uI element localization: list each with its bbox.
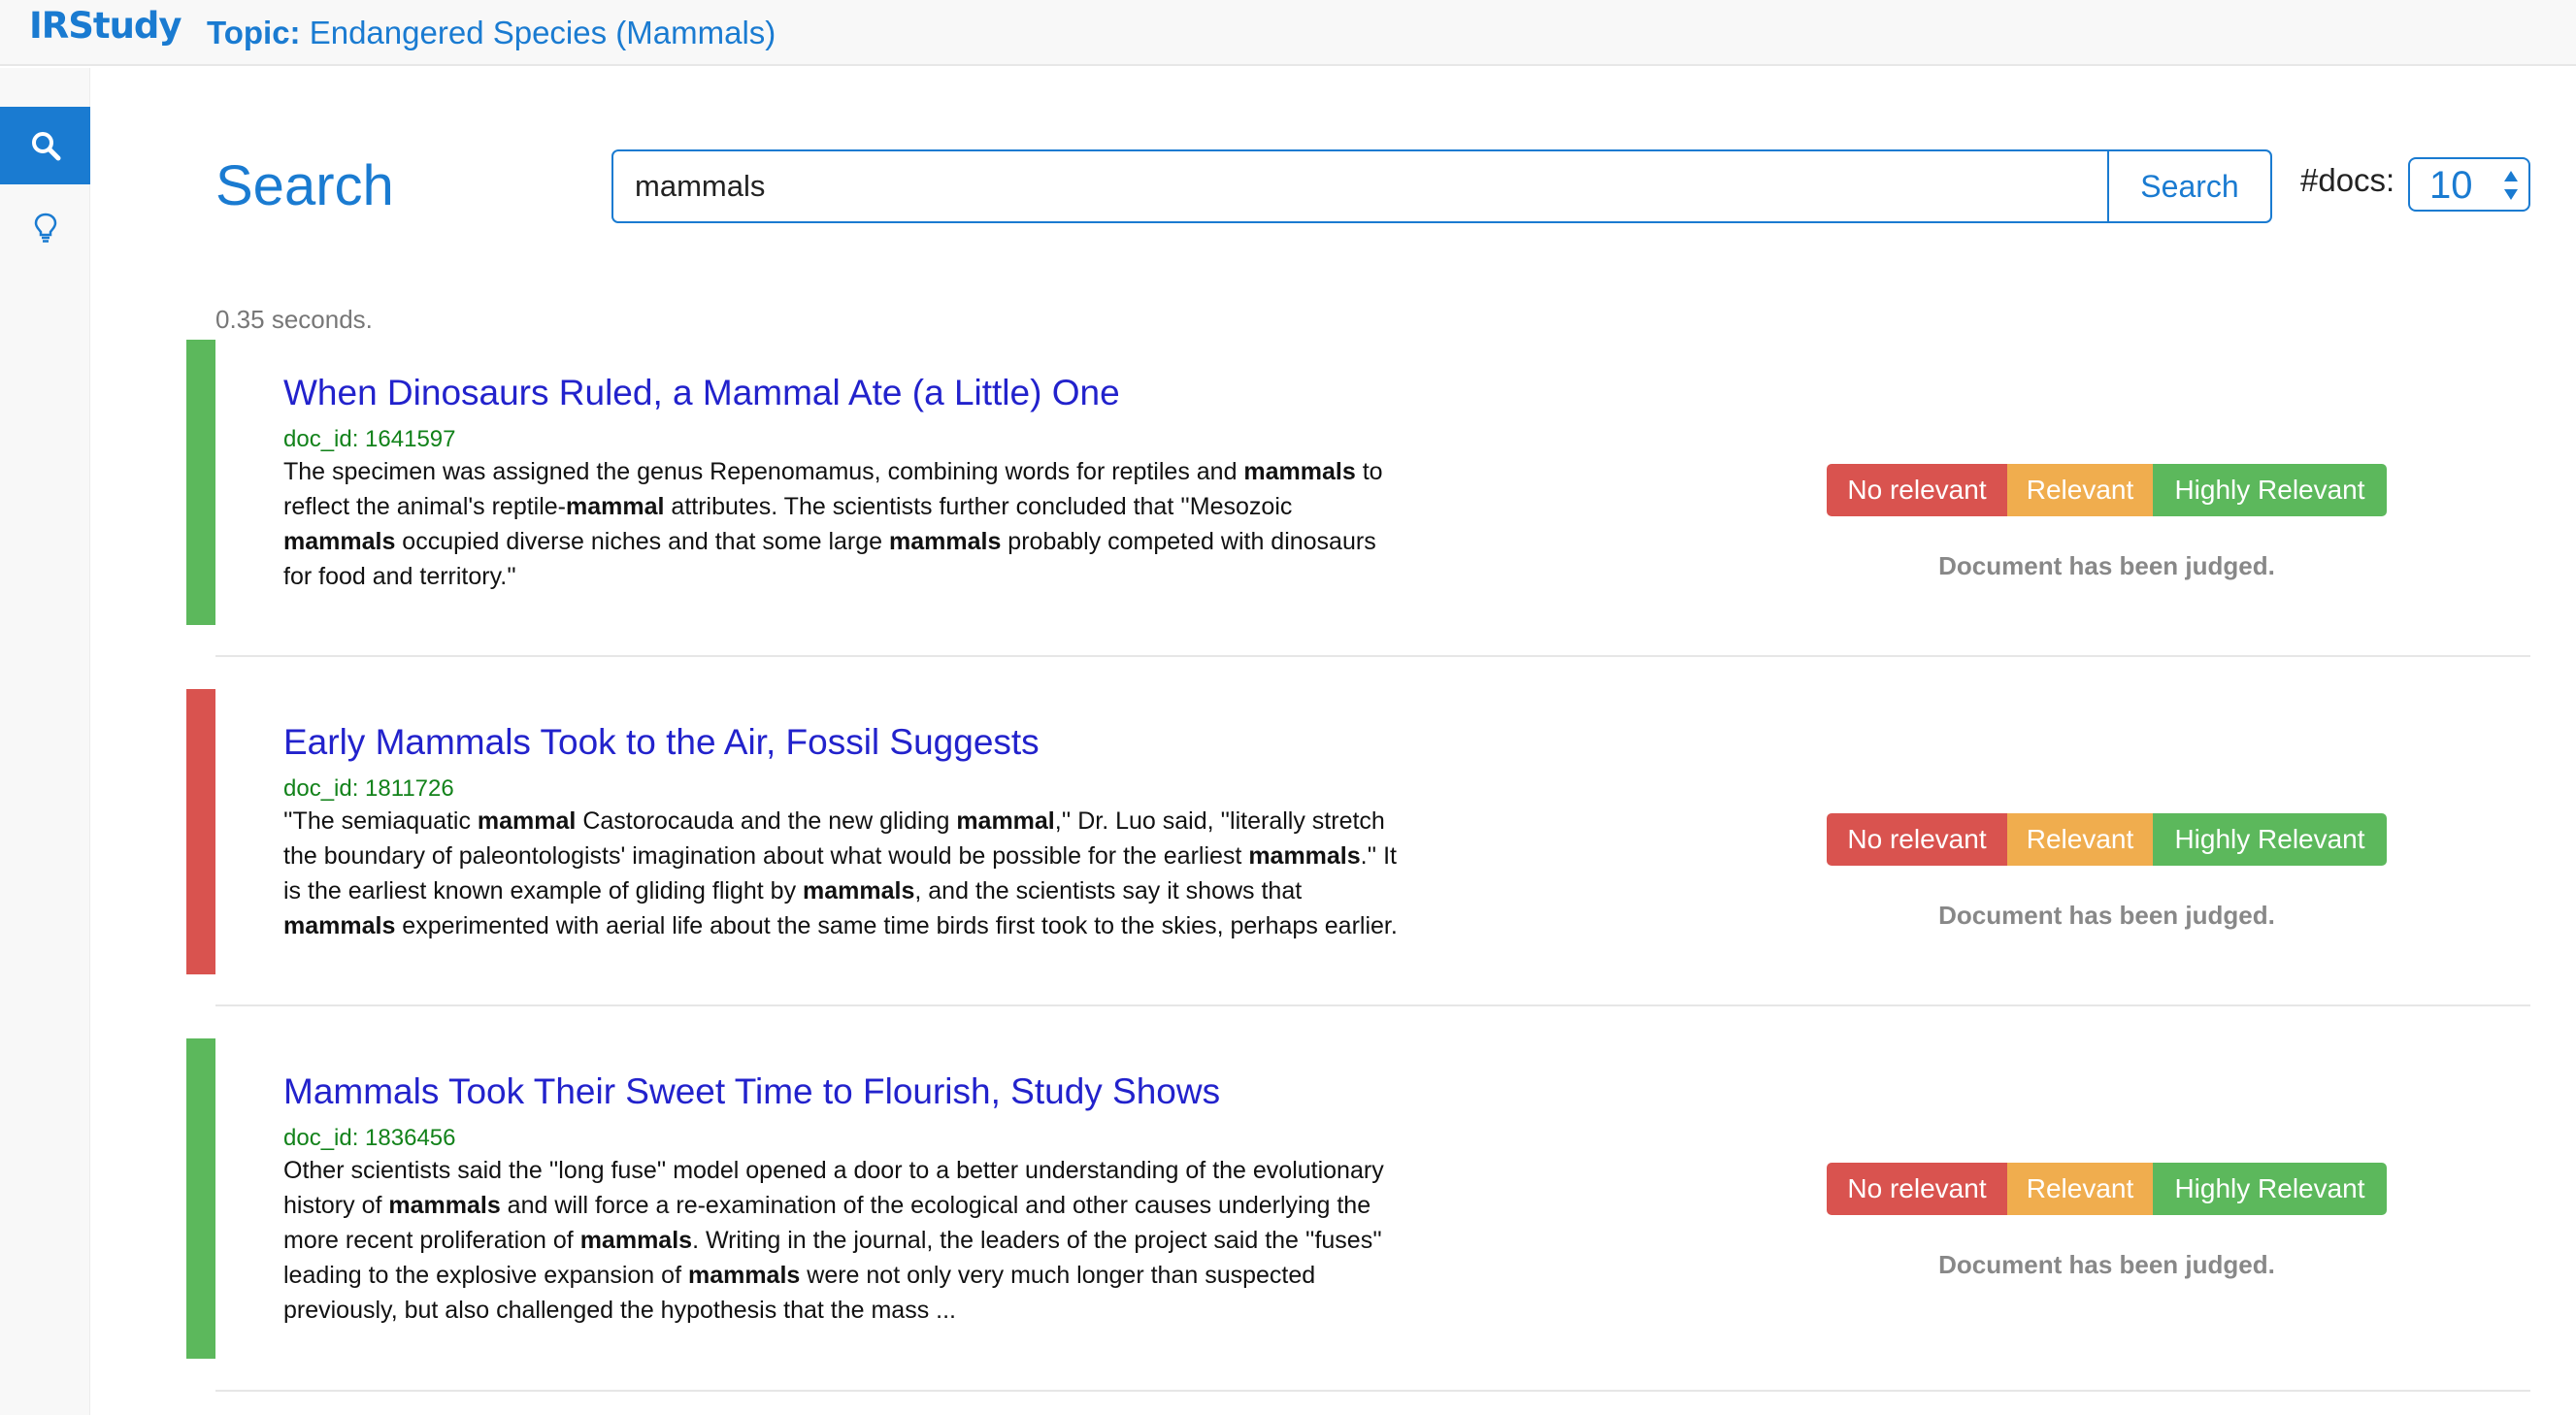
relevance-button-group: No relevant Relevant Highly Relevant	[1827, 813, 2387, 866]
highlighted-term: mammals	[1248, 842, 1361, 870]
judged-status-text: Document has been judged.	[1938, 551, 2275, 580]
judged-relevant-indicator	[186, 340, 215, 625]
result-doc-id: doc_id: 1641597	[283, 426, 456, 452]
result-doc-id: doc_id: 1836456	[283, 1125, 456, 1151]
relevance-button-group: No relevant Relevant Highly Relevant	[1827, 464, 2387, 516]
docs-count-select[interactable]: 10	[2408, 157, 2530, 212]
highlighted-term: mammals	[687, 1262, 801, 1289]
snippet-text: attributes. The scientists further concl…	[664, 493, 1293, 520]
search-button[interactable]: Search	[2107, 149, 2272, 223]
docs-count-value: 10	[2429, 164, 2473, 207]
judged-relevant-indicator	[186, 1038, 215, 1359]
docs-count-label: #docs:	[2300, 162, 2395, 198]
result-doc-id: doc_id: 1811726	[283, 775, 454, 802]
highlighted-term: mammal	[477, 807, 577, 835]
result-divider	[215, 655, 2530, 657]
no-relevant-button[interactable]: No relevant	[1827, 464, 2007, 516]
search-input[interactable]	[611, 149, 2108, 223]
lightbulb-icon	[34, 213, 56, 243]
judged-status-text: Document has been judged.	[1938, 1250, 2275, 1279]
highlighted-term: mammal	[956, 807, 1055, 835]
sidebar-item-ideas[interactable]	[0, 189, 90, 267]
result-snippet: The specimen was assigned the genus Repe…	[283, 454, 1409, 594]
result-title-link[interactable]: When Dinosaurs Ruled, a Mammal Ate (a Li…	[283, 373, 1120, 413]
highlighted-term: mammals	[889, 528, 1002, 555]
result-item: Early Mammals Took to the Air, Fossil Su…	[186, 689, 2530, 974]
snippet-text: , and the scientists say it shows that	[914, 877, 1303, 905]
topic-heading: Topic: Endangered Species (Mammals)	[207, 15, 776, 51]
highlighted-term: mammals	[579, 1227, 693, 1254]
snippet-text: experimented with aerial life about the …	[395, 912, 1398, 939]
no-relevant-button[interactable]: No relevant	[1827, 813, 2007, 866]
highlighted-term: mammals	[283, 912, 396, 939]
snippet-text: Castorocauda and the new gliding	[576, 807, 957, 835]
highlighted-term: mammal	[566, 493, 665, 520]
judged-status-text: Document has been judged.	[1938, 901, 2275, 930]
search-timing: 0.35 seconds.	[215, 305, 373, 334]
highly-relevant-button[interactable]: Highly Relevant	[2153, 813, 2387, 866]
highlighted-term: mammals	[388, 1192, 501, 1219]
sidebar-item-search[interactable]	[0, 107, 90, 184]
snippet-text: The specimen was assigned the genus Repe…	[283, 458, 1244, 485]
highly-relevant-button[interactable]: Highly Relevant	[2153, 464, 2387, 516]
snippet-text: ''The semiaquatic	[283, 807, 478, 835]
select-arrows-icon	[2504, 171, 2518, 200]
relevant-button[interactable]: Relevant	[2007, 813, 2153, 866]
search-icon	[31, 132, 60, 161]
snippet-text: occupied diverse niches and that some la…	[395, 528, 889, 555]
topic-label: Topic:	[207, 15, 301, 50]
topic-value: Endangered Species (Mammals)	[309, 15, 776, 50]
judged-not-relevant-indicator	[186, 689, 215, 974]
result-item: Mammals Took Their Sweet Time to Flouris…	[186, 1038, 2530, 1359]
relevant-button[interactable]: Relevant	[2007, 1163, 2153, 1215]
result-title-link[interactable]: Early Mammals Took to the Air, Fossil Su…	[283, 722, 1040, 763]
result-snippet: Other scientists said the ''long fuse'' …	[283, 1153, 1409, 1328]
result-item: When Dinosaurs Ruled, a Mammal Ate (a Li…	[186, 340, 2530, 625]
result-divider	[215, 1004, 2530, 1006]
highlighted-term: mammals	[1243, 458, 1356, 485]
sidebar	[0, 68, 90, 1415]
highlighted-term: mammals	[283, 528, 396, 555]
result-snippet: ''The semiaquatic mammal Castorocauda an…	[283, 804, 1409, 943]
highly-relevant-button[interactable]: Highly Relevant	[2153, 1163, 2387, 1215]
brand-logo[interactable]: IRStudy	[29, 5, 182, 47]
result-divider	[215, 1390, 2530, 1392]
relevant-button[interactable]: Relevant	[2007, 464, 2153, 516]
no-relevant-button[interactable]: No relevant	[1827, 1163, 2007, 1215]
relevance-button-group: No relevant Relevant Highly Relevant	[1827, 1163, 2387, 1215]
top-navbar: IRStudy Topic: Endangered Species (Mamma…	[0, 0, 2576, 66]
result-title-link[interactable]: Mammals Took Their Sweet Time to Flouris…	[283, 1071, 1220, 1112]
page-title: Search	[215, 154, 394, 217]
highlighted-term: mammals	[803, 877, 915, 905]
